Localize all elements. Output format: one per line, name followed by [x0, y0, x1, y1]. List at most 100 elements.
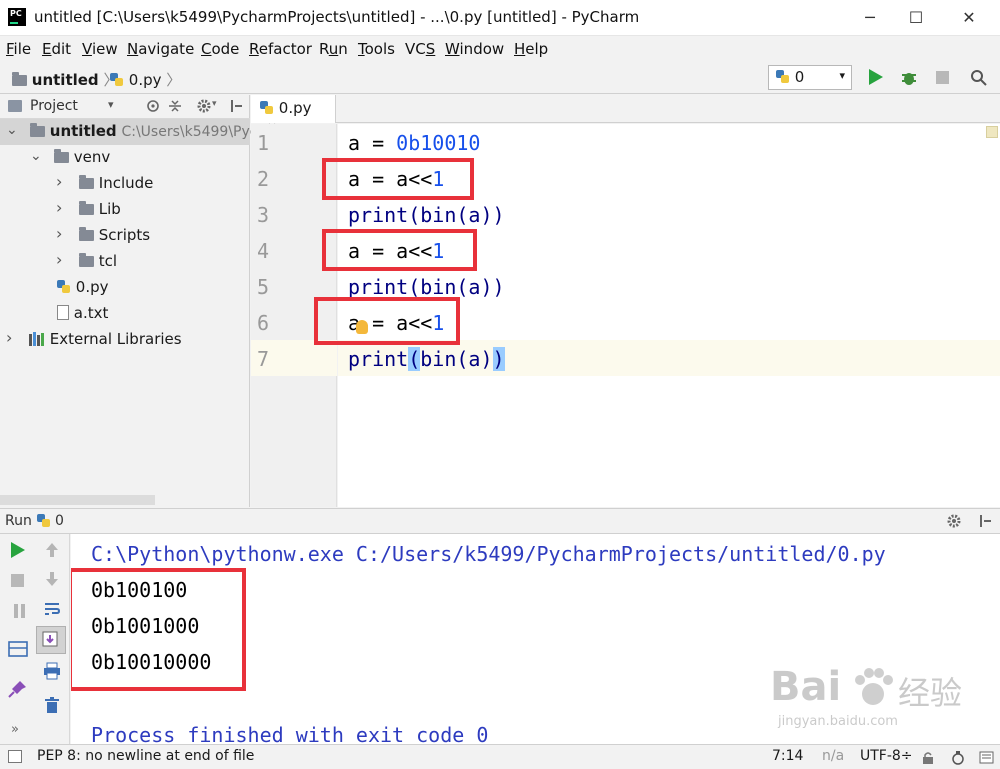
stop-button[interactable] [11, 572, 29, 590]
breadcrumb-file[interactable]: 0.py 〉 [109, 69, 181, 90]
watermark-brand-cn: 经验 [898, 674, 963, 712]
play-icon [11, 542, 25, 558]
run-panel-label[interactable]: Run [5, 513, 32, 529]
arrow-up-icon [46, 543, 58, 557]
clear-all-button[interactable] [43, 696, 61, 714]
chevron-down-icon[interactable]: ⌄ [6, 122, 18, 138]
collapse-all-icon[interactable] [168, 99, 182, 113]
chevron-right-icon[interactable]: › [56, 250, 62, 269]
run-panel-config[interactable]: 0 [55, 513, 64, 529]
gear-icon[interactable] [947, 514, 963, 528]
chevron-down-icon[interactable]: ⌄ [30, 148, 42, 164]
layout-icon [8, 641, 28, 657]
window-title: untitled [C:\Users\k5499\PycharmProjects… [34, 8, 640, 26]
layout-button[interactable] [8, 640, 28, 658]
code-editor[interactable]: a = 0b10010 a = a<<1 print(bin(a)) a = a… [314, 124, 1000, 507]
menu-refactor[interactable]: Refactor [249, 40, 312, 58]
lock-icon[interactable] [922, 751, 934, 764]
project-view-label[interactable]: Project [30, 98, 78, 114]
project-panel: Project ▾ ▾ ⌄ untitled C:\Users\k5499\Py… [0, 95, 257, 507]
arrow-down-icon [46, 572, 58, 586]
menu-file[interactable]: File [6, 40, 31, 58]
libraries-icon [29, 332, 45, 346]
scroll-down-button[interactable] [43, 570, 61, 588]
search-everywhere-button[interactable] [970, 69, 988, 87]
file-encoding[interactable]: UTF-8÷ [860, 748, 913, 764]
line-number: 6 [257, 311, 270, 335]
tree-item-project-root[interactable]: ⌄ untitled C:\Users\k5499\Pyc [0, 119, 257, 145]
pause-button[interactable] [11, 602, 29, 620]
line-number: 1 [257, 131, 270, 155]
code-line-1: a = 0b10010 [348, 131, 481, 155]
menu-window[interactable]: Window [445, 40, 504, 58]
python-file-icon [109, 72, 124, 87]
python-file-icon [775, 69, 790, 84]
caret-position[interactable]: 7:14 [772, 748, 803, 764]
run-configuration-select[interactable]: 0 ▾ [768, 65, 852, 90]
menu-edit[interactable]: Edit [42, 40, 71, 58]
menu-navigate[interactable]: Navigate [127, 40, 194, 58]
navigation-bar: untitled 〉 0.py 〉 0 ▾ [0, 62, 1000, 94]
menu-tools[interactable]: Tools [358, 40, 395, 58]
menu-run[interactable]: Run [319, 40, 348, 58]
inspection-marker[interactable] [986, 126, 998, 138]
debug-button[interactable] [900, 69, 918, 87]
highlight-box [71, 568, 246, 691]
chevron-right-icon[interactable]: › [6, 328, 12, 347]
minimize-button[interactable]: ─ [847, 0, 893, 36]
pycharm-logo-icon: PC [8, 8, 26, 26]
code-line-3: print(bin(a)) [348, 203, 505, 227]
more-actions-icon[interactable]: » [11, 722, 19, 737]
menu-bar: File Edit View Navigate Code Refactor Ru… [0, 36, 1000, 62]
console-exit-message: Process finished with exit code 0 [91, 723, 489, 744]
chevron-down-icon[interactable]: ▾ [212, 99, 217, 109]
run-toolbar: » [0, 534, 70, 744]
python-file-icon [56, 279, 71, 294]
watermark-brand: Bai [770, 664, 842, 710]
python-file-icon [36, 513, 51, 528]
breadcrumb-project[interactable]: untitled 〉 [12, 69, 118, 90]
project-panel-header: Project ▾ ▾ [0, 95, 250, 119]
stop-icon [11, 574, 24, 587]
menu-code[interactable]: Code [201, 40, 239, 58]
hide-panel-icon[interactable] [978, 514, 992, 528]
folder-icon [30, 123, 45, 137]
menu-help[interactable]: Help [514, 40, 548, 58]
editor-tab-bar: 0.py × [251, 95, 1000, 134]
pin-tab-button[interactable] [8, 680, 26, 698]
printer-icon [44, 662, 60, 680]
menu-view[interactable]: View [82, 40, 118, 58]
line-number: 4 [257, 239, 270, 263]
scroll-to-end-button[interactable] [36, 626, 66, 654]
locate-icon[interactable] [146, 99, 160, 113]
soft-wrap-button[interactable] [43, 600, 61, 618]
stop-icon [936, 71, 949, 84]
search-icon [971, 70, 987, 86]
highlight-box [314, 297, 460, 345]
scroll-up-button[interactable] [43, 541, 61, 559]
chevron-right-icon[interactable]: › [56, 224, 62, 243]
tool-windows-icon[interactable] [8, 750, 22, 763]
chevron-down-icon[interactable]: ▾ [108, 98, 114, 111]
maximize-button[interactable]: ☐ [893, 0, 939, 36]
run-button[interactable] [869, 69, 887, 87]
tab-0py[interactable]: 0.py × [251, 95, 336, 134]
paw-icon [855, 668, 893, 705]
inspector-icon[interactable] [950, 750, 966, 765]
play-icon [869, 69, 883, 85]
gear-icon[interactable] [197, 99, 213, 113]
pin-icon [8, 681, 26, 698]
hide-panel-icon[interactable] [229, 99, 243, 113]
scroll-end-icon [42, 631, 58, 647]
stop-button[interactable] [936, 69, 954, 87]
highlight-box [322, 158, 474, 200]
line-separator[interactable]: n/a [822, 748, 844, 764]
close-button[interactable]: ✕ [946, 0, 992, 36]
menu-vcs[interactable]: VCS [405, 40, 435, 58]
rerun-button[interactable] [11, 542, 29, 560]
print-button[interactable] [43, 662, 61, 680]
chevron-right-icon[interactable]: › [56, 172, 62, 191]
event-log-icon[interactable] [979, 750, 995, 765]
chevron-right-icon[interactable]: › [56, 198, 62, 217]
horizontal-scrollbar[interactable] [0, 495, 155, 505]
